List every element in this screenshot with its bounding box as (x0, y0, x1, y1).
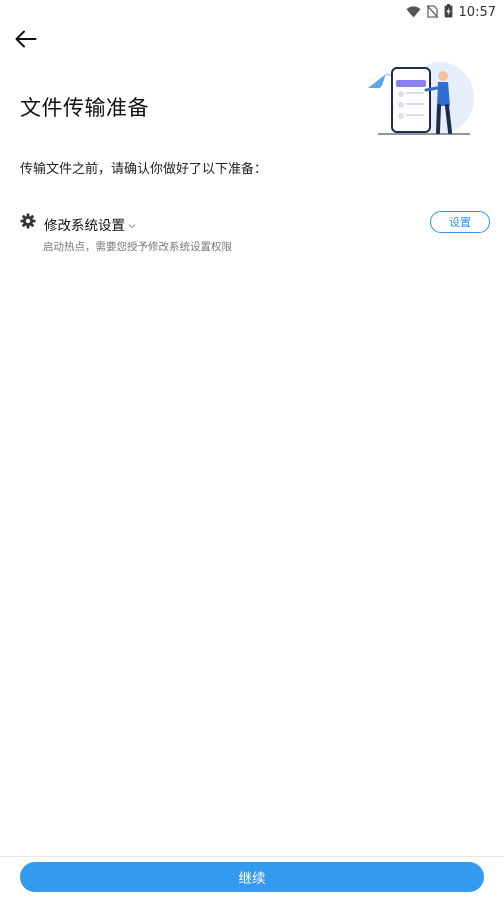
battery-icon (444, 3, 453, 22)
page-title: 文件传输准备 (20, 96, 149, 120)
status-icons: 10:57 (406, 3, 496, 22)
footer-divider (0, 856, 504, 857)
intro-text: 传输文件之前，请确认你做好了以下准备： (20, 162, 268, 177)
requirement-title[interactable]: 修改系统设置 (44, 214, 125, 234)
requirement-item-system-settings: 修改系统设置 启动热点，需要您授予修改系统设置权限 (20, 208, 492, 258)
no-sim-icon (426, 3, 439, 22)
settings-button[interactable]: 设置 (430, 211, 490, 233)
status-time: 10:57 (458, 5, 496, 20)
requirement-description: 启动热点，需要您授予修改系统设置权限 (43, 241, 232, 253)
back-button[interactable] (10, 26, 42, 56)
arrow-left-icon (15, 30, 37, 52)
wifi-icon (406, 3, 421, 22)
chevron-down-icon[interactable] (127, 216, 137, 229)
status-bar: 10:57 (0, 0, 504, 22)
gear-icon (20, 213, 36, 229)
header-illustration (366, 58, 476, 138)
continue-button[interactable]: 继续 (20, 862, 484, 892)
